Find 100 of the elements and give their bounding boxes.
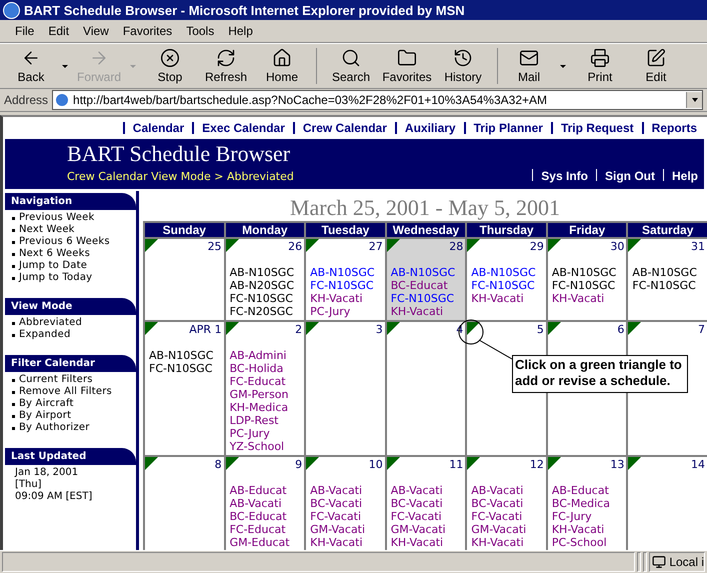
nav-link[interactable]: Trip Request	[560, 121, 634, 135]
schedule-entry-link[interactable]: AB-Vacati	[230, 497, 302, 510]
sidebar-link[interactable]: Previous 6 Weeks	[3, 236, 136, 248]
schedule-entry-link[interactable]: GM-Vacati	[390, 523, 464, 536]
nav-link[interactable]: Calendar	[132, 121, 184, 135]
schedule-entry-link[interactable]: AB-N20SGC	[230, 279, 302, 292]
add-schedule-triangle-icon[interactable]	[226, 457, 239, 470]
sidebar-link[interactable]: By Airport	[3, 410, 136, 422]
schedule-entry-link[interactable]: FC-N10SGC	[552, 279, 624, 292]
add-schedule-triangle-icon[interactable]	[145, 322, 158, 335]
sidebar-link[interactable]: By Aircraft	[3, 398, 136, 410]
schedule-entry-link[interactable]: BC-Vacati	[310, 497, 383, 510]
schedule-entry-link[interactable]: BC-Holida	[230, 362, 302, 375]
sidebar-link[interactable]: Remove All Filters	[3, 386, 136, 398]
edit-button[interactable]: Edit	[628, 48, 684, 84]
add-schedule-triangle-icon[interactable]	[628, 457, 642, 470]
schedule-entry-link[interactable]: FC-N10SGC	[390, 292, 464, 305]
schedule-entry-link[interactable]: AB-Admini	[230, 349, 302, 362]
header-link[interactable]: Help	[672, 169, 698, 183]
schedule-entry-link[interactable]: FC-Educat	[230, 523, 302, 536]
add-schedule-triangle-icon[interactable]	[226, 239, 239, 252]
schedule-entry-link[interactable]: FC-N10SGC	[632, 279, 705, 292]
schedule-entry-link[interactable]: AB-N10SGC	[632, 266, 705, 279]
add-schedule-triangle-icon[interactable]	[467, 322, 480, 335]
add-schedule-triangle-icon[interactable]	[467, 457, 480, 470]
search-button[interactable]: Search	[323, 48, 379, 84]
schedule-entry-link[interactable]: FC-N20SGC	[230, 305, 302, 318]
schedule-entry-link[interactable]: AB-N10SGC	[471, 266, 544, 279]
schedule-entry-link[interactable]: KH-Vacati	[390, 305, 464, 318]
schedule-entry-link[interactable]: GM-Educat	[230, 536, 302, 549]
add-schedule-triangle-icon[interactable]	[306, 322, 320, 335]
sidebar-link[interactable]: Current Filters	[3, 374, 136, 386]
add-schedule-triangle-icon[interactable]	[226, 322, 239, 335]
schedule-entry-link[interactable]: BC-Vacati	[471, 497, 544, 510]
schedule-entry-link[interactable]: KH-Vacati	[552, 523, 624, 536]
back-button[interactable]: Back	[6, 48, 56, 84]
schedule-entry-link[interactable]: FC-Vacati	[390, 510, 464, 523]
menu-item[interactable]: Favorites	[116, 22, 180, 40]
schedule-entry-link[interactable]: FC-Vacati	[471, 510, 544, 523]
schedule-entry-link[interactable]: KH-Vacati	[471, 292, 544, 305]
menu-item[interactable]: File	[8, 22, 42, 40]
schedule-entry-link[interactable]: AB-Educat	[230, 484, 302, 497]
sidebar-link[interactable]: Jump to Date	[3, 260, 136, 272]
menu-item[interactable]: View	[76, 22, 116, 40]
schedule-entry-link[interactable]: KH-Vacati	[310, 292, 383, 305]
add-schedule-triangle-icon[interactable]	[548, 322, 561, 335]
schedule-entry-link[interactable]: PC-Jury	[230, 427, 302, 440]
add-schedule-triangle-icon[interactable]	[548, 457, 561, 470]
mail-button[interactable]: Mail	[504, 48, 554, 84]
schedule-entry-link[interactable]: GM-Vacati	[471, 523, 544, 536]
schedule-entry-link[interactable]: PC-Jury	[310, 305, 383, 318]
schedule-entry-link[interactable]: AB-Vacati	[471, 484, 544, 497]
schedule-entry-link[interactable]: AB-N10SGC	[230, 266, 302, 279]
sidebar-link[interactable]: Next 6 Weeks	[3, 248, 136, 260]
add-schedule-triangle-icon[interactable]	[628, 322, 642, 335]
sidebar-link[interactable]: Abbreviated	[3, 317, 136, 329]
schedule-entry-link[interactable]: FC-N10SGC	[230, 292, 302, 305]
nav-link[interactable]: Reports	[652, 121, 697, 135]
schedule-entry-link[interactable]: FC-Jury	[552, 510, 624, 523]
schedule-entry-link[interactable]: KH-Vacati	[310, 536, 383, 549]
header-link[interactable]: Sys Info	[541, 169, 588, 183]
schedule-entry-link[interactable]: BC-Medica	[552, 497, 624, 510]
add-schedule-triangle-icon[interactable]	[306, 239, 320, 252]
menu-item[interactable]: Tools	[179, 22, 222, 40]
menu-item[interactable]: Help	[221, 22, 260, 40]
stop-button[interactable]: Stop	[142, 48, 198, 84]
schedule-entry-link[interactable]: AB-N10SGC	[390, 266, 464, 279]
schedule-entry-link[interactable]: YZ-School	[230, 440, 302, 453]
schedule-entry-link[interactable]: KH-Vacati	[552, 292, 624, 305]
schedule-entry-link[interactable]: FC-Educat	[230, 375, 302, 388]
schedule-entry-link[interactable]: FC-Vacati	[310, 510, 383, 523]
add-schedule-triangle-icon[interactable]	[306, 457, 320, 470]
favorites-button[interactable]: Favorites	[379, 48, 435, 84]
sidebar-link[interactable]: Expanded	[3, 329, 136, 341]
schedule-entry-link[interactable]: FC-N10SGC	[471, 279, 544, 292]
schedule-entry-link[interactable]: BC-Vacati	[390, 497, 464, 510]
add-schedule-triangle-icon[interactable]	[386, 322, 400, 335]
nav-link[interactable]: Crew Calendar	[302, 121, 387, 135]
nav-link[interactable]: Exec Calendar	[202, 121, 285, 135]
schedule-entry-link[interactable]: FC-N10SGC	[149, 362, 222, 375]
add-schedule-triangle-icon[interactable]	[467, 239, 480, 252]
history-button[interactable]: History	[435, 48, 491, 84]
header-link[interactable]: Sign Out	[604, 169, 655, 183]
schedule-entry-link[interactable]: AB-N10SGC	[149, 349, 222, 362]
schedule-entry-link[interactable]: KH-Medica	[230, 401, 302, 414]
sidebar-link[interactable]: Jump to Today	[3, 272, 136, 284]
add-schedule-triangle-icon[interactable]	[628, 239, 642, 252]
schedule-entry-link[interactable]: KH-Vacati	[471, 536, 544, 549]
schedule-entry-link[interactable]: BC-Educat	[230, 510, 302, 523]
refresh-button[interactable]: Refresh	[198, 48, 254, 84]
dropdown-caret-icon[interactable]	[686, 92, 702, 108]
home-button[interactable]: Home	[254, 48, 310, 84]
nav-link[interactable]: Auxiliary	[404, 121, 456, 135]
schedule-entry-link[interactable]: GM-Person	[230, 388, 302, 401]
nav-link[interactable]: Trip Planner	[474, 121, 543, 135]
schedule-entry-link[interactable]: AB-N10SGC	[552, 266, 624, 279]
sidebar-link[interactable]: Next Week	[3, 224, 136, 236]
schedule-entry-link[interactable]: AB-N10SGC	[310, 266, 383, 279]
schedule-entry-link[interactable]: AB-Educat	[552, 484, 624, 497]
sidebar-link[interactable]: Previous Week	[3, 212, 136, 224]
